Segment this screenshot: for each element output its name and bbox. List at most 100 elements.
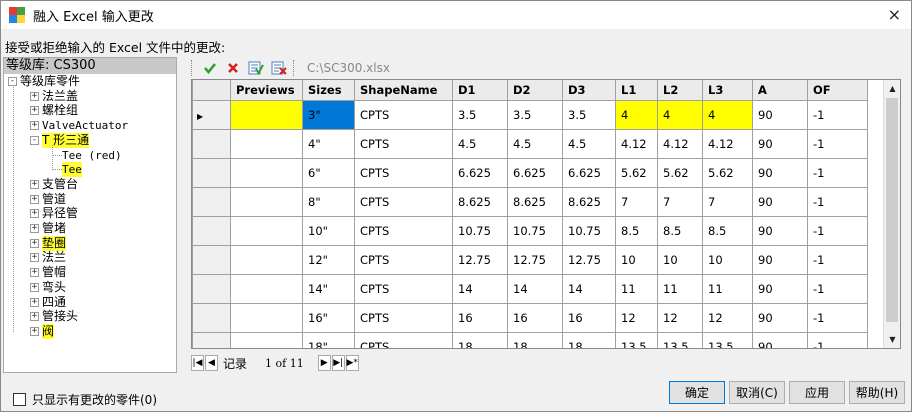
table-cell[interactable]: 8.625 — [562, 186, 616, 217]
row-header[interactable] — [192, 302, 231, 333]
table-cell[interactable]: CPTS — [354, 157, 453, 188]
table-cell[interactable]: 3" — [302, 99, 355, 130]
table-row[interactable]: 16" CPTS 16 16 16 12 12 12 90 -1 — [192, 302, 868, 333]
table-cell[interactable]: 10" — [302, 215, 355, 246]
scroll-down-icon[interactable]: ▼ — [884, 331, 900, 348]
column-header[interactable]: D2 — [507, 80, 563, 101]
table-cell[interactable]: 3.5 — [507, 99, 563, 130]
table-cell[interactable] — [230, 157, 303, 188]
table-cell[interactable]: 5.62 — [702, 157, 753, 188]
table-cell[interactable]: 12" — [302, 244, 355, 275]
vertical-scrollbar[interactable]: ▲ ▼ — [883, 80, 900, 348]
table-cell[interactable]: 90 — [752, 215, 808, 246]
table-cell[interactable]: CPTS — [354, 186, 453, 217]
table-cell[interactable]: 90 — [752, 128, 808, 159]
table-cell[interactable]: 5.62 — [615, 157, 658, 188]
column-header[interactable]: L1 — [615, 80, 658, 101]
table-cell[interactable]: 16 — [452, 302, 508, 333]
column-header[interactable]: Sizes — [302, 80, 355, 101]
tree-node[interactable]: - 等级库零件 — [8, 74, 80, 89]
table-cell[interactable]: 3.5 — [562, 99, 616, 130]
table-cell[interactable]: 10 — [657, 244, 703, 275]
table-cell[interactable]: -1 — [807, 302, 868, 333]
table-row[interactable]: 12" CPTS 12.75 12.75 12.75 10 10 10 90 -1 — [192, 244, 868, 275]
table-cell[interactable]: 14" — [302, 273, 355, 304]
tree-node[interactable]: + 垫圈 — [30, 235, 67, 251]
table-cell[interactable]: 8.625 — [507, 186, 563, 217]
table-cell[interactable]: 8.625 — [452, 186, 508, 217]
tree-node[interactable]: + 阀 — [30, 323, 55, 339]
table-cell[interactable] — [230, 244, 303, 275]
table-cell[interactable]: 6.625 — [562, 157, 616, 188]
table-cell[interactable]: 90 — [752, 99, 808, 130]
table-cell[interactable]: -1 — [807, 157, 868, 188]
row-header[interactable] — [192, 157, 231, 188]
table-cell[interactable]: 90 — [752, 244, 808, 275]
column-header[interactable]: L2 — [657, 80, 703, 101]
expand-icon[interactable]: + — [30, 121, 39, 131]
table-cell[interactable]: 11 — [615, 273, 658, 304]
collapse-icon[interactable]: - — [8, 77, 17, 86]
table-cell[interactable]: 11 — [702, 273, 753, 304]
scroll-up-icon[interactable]: ▲ — [884, 80, 900, 97]
tree-node[interactable]: + 法兰盖 — [30, 89, 78, 104]
expand-icon[interactable]: + — [30, 326, 39, 336]
reject-x-icon[interactable] — [224, 59, 242, 77]
table-cell[interactable]: 90 — [752, 186, 808, 217]
table-cell[interactable] — [230, 273, 303, 304]
scroll-thumb[interactable] — [886, 98, 898, 322]
table-cell[interactable]: 8.5 — [657, 215, 703, 246]
expand-icon[interactable]: + — [30, 194, 39, 204]
cancel-button[interactable]: 取消(C) — [729, 381, 785, 404]
table-cell[interactable]: 11 — [657, 273, 703, 304]
table-cell[interactable]: 8.5 — [702, 215, 753, 246]
table-cell[interactable]: CPTS — [354, 215, 453, 246]
table-cell[interactable]: 12 — [615, 302, 658, 333]
table-cell[interactable]: CPTS — [354, 99, 453, 130]
table-cell[interactable]: -1 — [807, 128, 868, 159]
table-cell[interactable]: 4 — [702, 99, 753, 130]
table-cell[interactable]: 13.5 — [657, 331, 703, 348]
column-header[interactable]: A — [752, 80, 808, 101]
table-cell[interactable]: 90 — [752, 302, 808, 333]
new-record-icon[interactable]: ▶* — [345, 355, 359, 371]
table-cell[interactable]: CPTS — [354, 302, 453, 333]
table-cell[interactable]: 90 — [752, 157, 808, 188]
accept-check-icon[interactable] — [201, 59, 219, 77]
table-row[interactable]: 4" CPTS 4.5 4.5 4.5 4.12 4.12 4.12 90 -1 — [192, 128, 868, 159]
column-header[interactable]: L3 — [702, 80, 753, 101]
table-cell[interactable]: CPTS — [354, 128, 453, 159]
table-cell[interactable]: 4.5 — [562, 128, 616, 159]
table-cell[interactable]: 16" — [302, 302, 355, 333]
table-cell[interactable]: 90 — [752, 273, 808, 304]
table-cell[interactable]: 6.625 — [507, 157, 563, 188]
table-row[interactable]: 10" CPTS 10.75 10.75 10.75 8.5 8.5 8.5 90 -1 — [192, 215, 868, 246]
expand-icon[interactable]: + — [30, 179, 39, 189]
table-cell[interactable]: 12.75 — [562, 244, 616, 275]
table-cell[interactable]: 6" — [302, 157, 355, 188]
table-cell[interactable]: 4 — [615, 99, 658, 130]
table-cell[interactable]: 10 — [615, 244, 658, 275]
table-cell[interactable] — [230, 331, 303, 348]
table-cell[interactable]: -1 — [807, 331, 868, 348]
table-cell[interactable]: 4.5 — [507, 128, 563, 159]
row-header[interactable] — [192, 186, 231, 217]
table-cell[interactable]: 8" — [302, 186, 355, 217]
table-cell[interactable]: 4.5 — [452, 128, 508, 159]
table-cell[interactable]: 4.12 — [615, 128, 658, 159]
column-header[interactable]: ShapeName — [354, 80, 453, 101]
table-cell[interactable]: 14 — [507, 273, 563, 304]
accept-all-icon[interactable] — [247, 59, 265, 77]
table-cell[interactable]: 7 — [615, 186, 658, 217]
table-cell[interactable]: -1 — [807, 215, 868, 246]
table-cell[interactable]: CPTS — [354, 273, 453, 304]
table-row[interactable]: ▶ 3" CPTS 3.5 3.5 3.5 4 4 4 90 -1 — [192, 99, 868, 130]
table-cell[interactable]: 12.75 — [507, 244, 563, 275]
table-cell[interactable]: -1 — [807, 99, 868, 130]
tree-node[interactable]: + 弯头 — [30, 280, 66, 295]
table-cell[interactable]: 4" — [302, 128, 355, 159]
table-cell[interactable]: 18" — [302, 331, 355, 348]
table-cell[interactable]: 18 — [507, 331, 563, 348]
expand-icon[interactable]: + — [30, 253, 39, 263]
expand-icon[interactable]: + — [30, 224, 39, 233]
